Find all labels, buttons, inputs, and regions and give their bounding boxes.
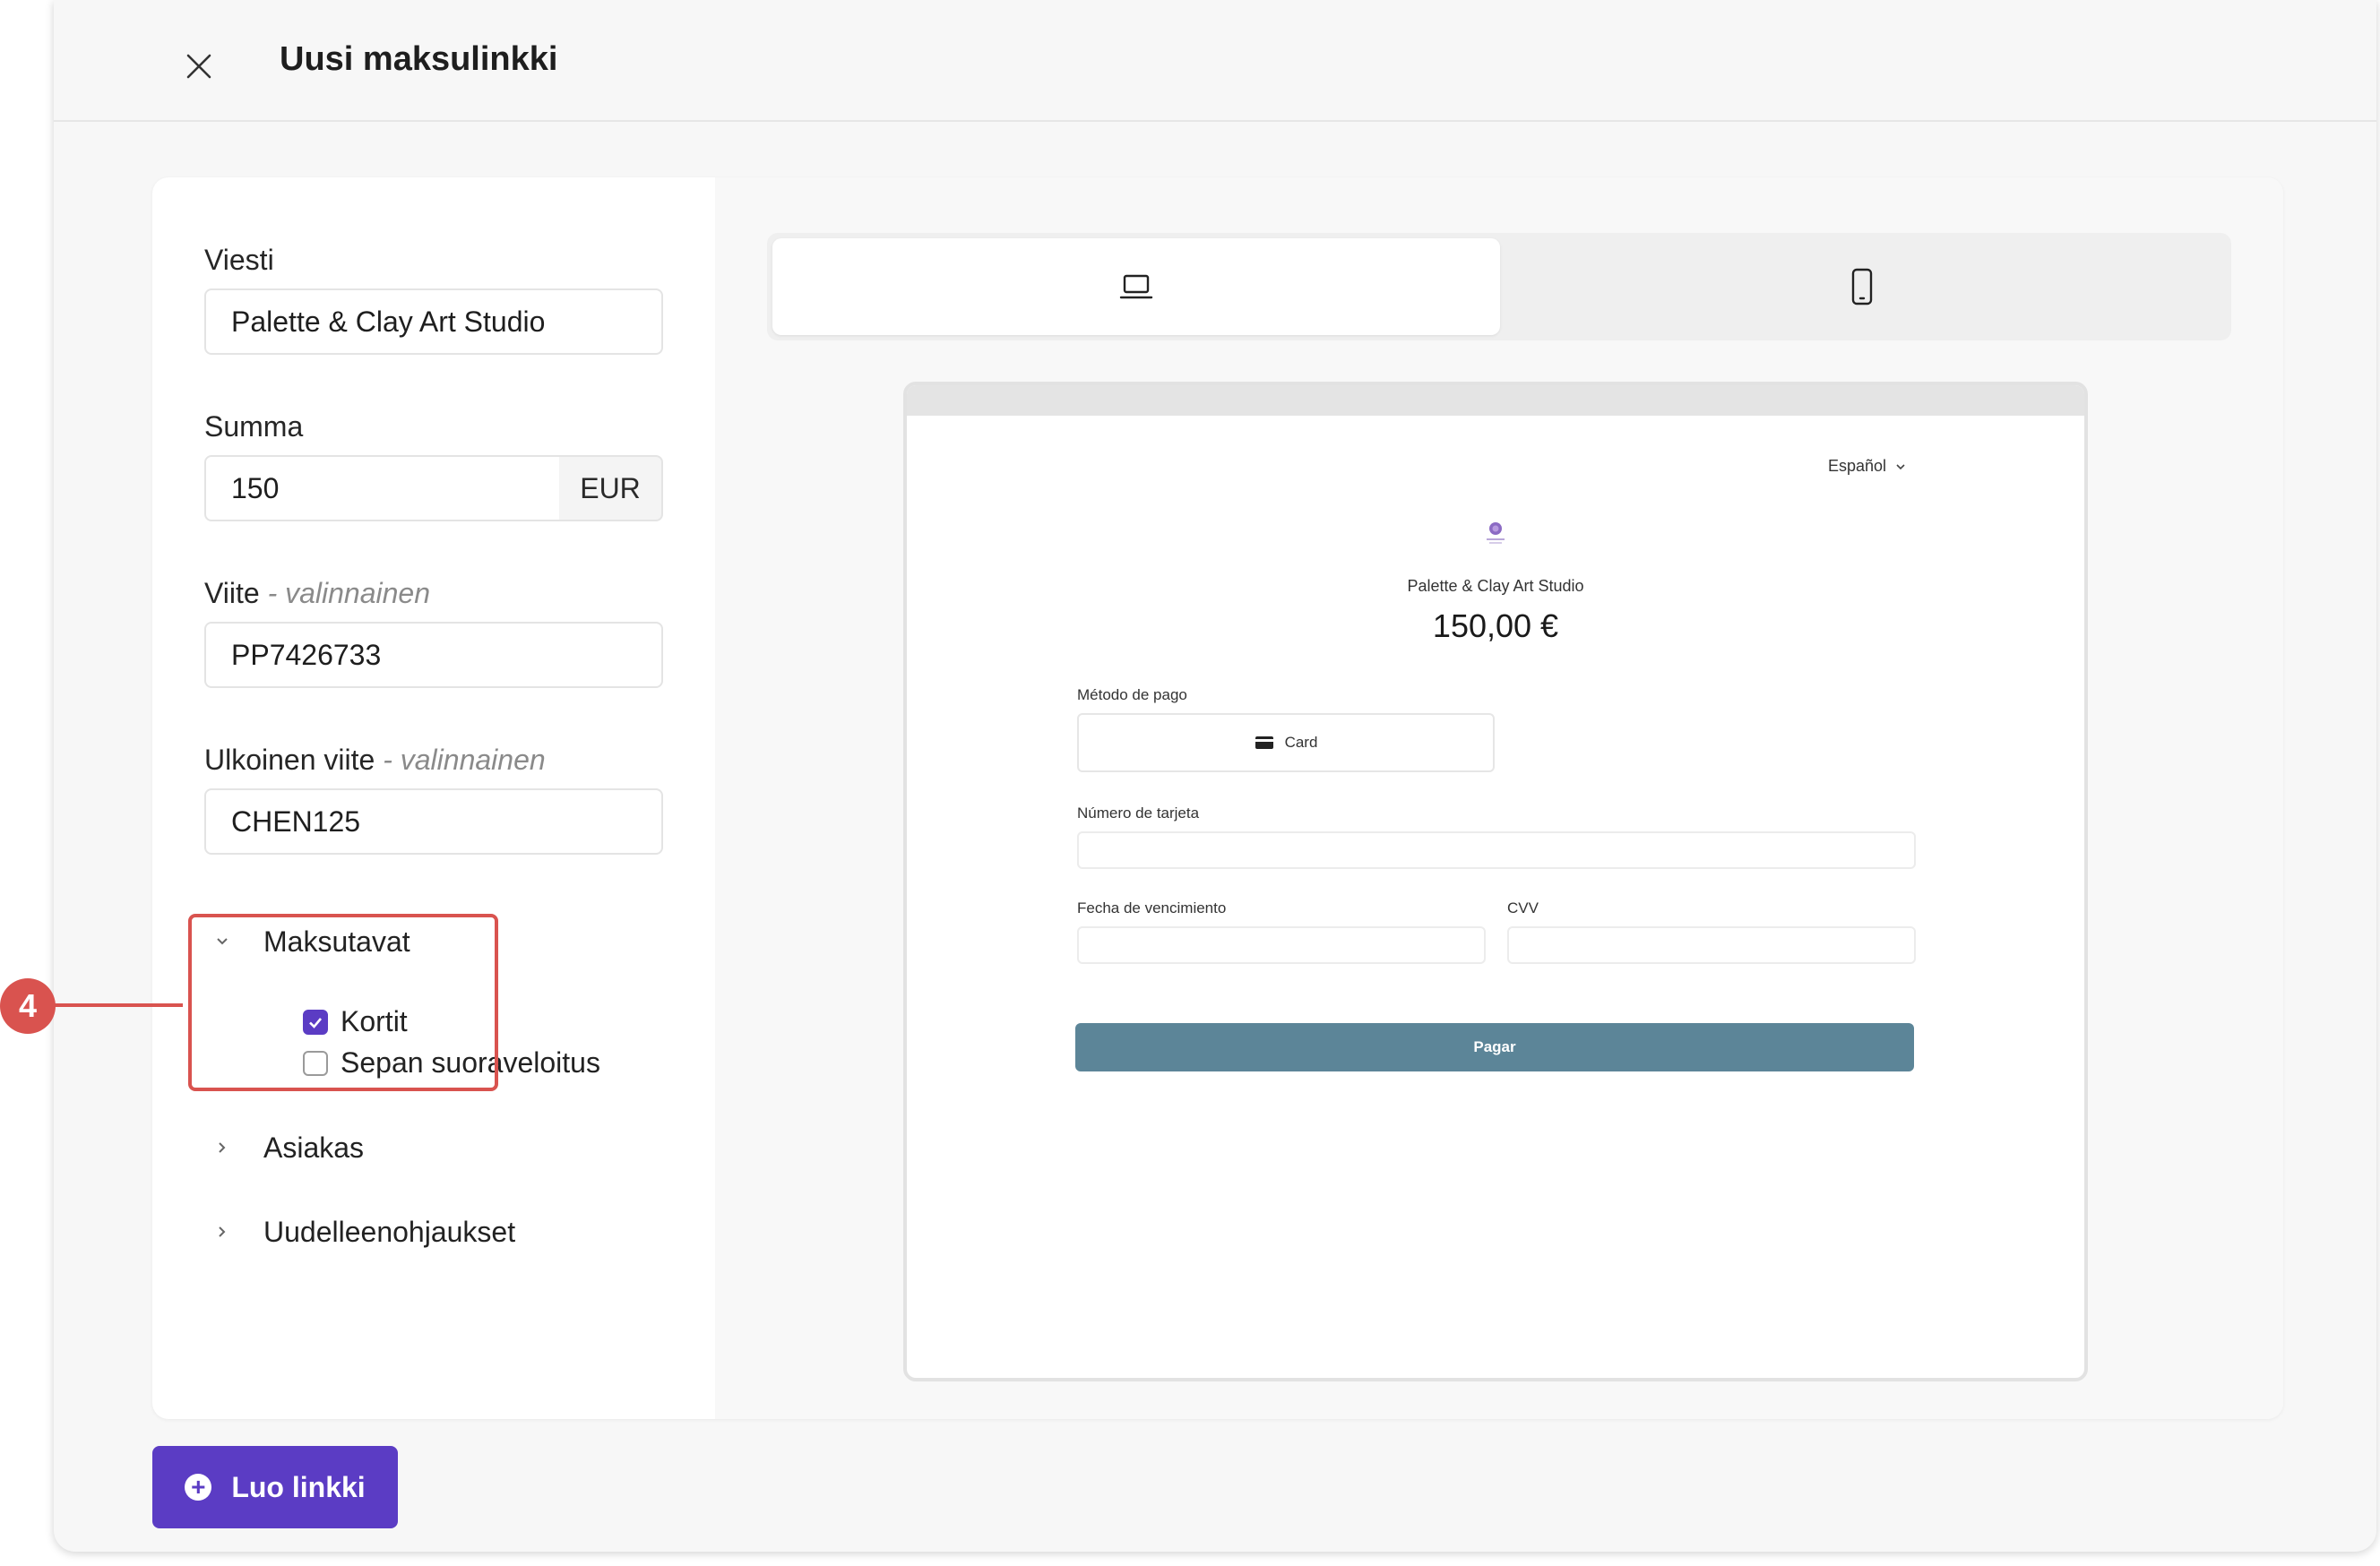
merchant-logo xyxy=(1482,518,1509,551)
reference-label: Viite - valinnainen xyxy=(204,575,430,611)
amount-input[interactable]: 150 xyxy=(204,455,561,521)
payment-methods-highlight xyxy=(188,914,498,1091)
message-input[interactable]: Palette & Clay Art Studio xyxy=(204,288,663,355)
redirects-label: Uudelleenohjaukset xyxy=(263,1215,516,1248)
external-reference-label: Ulkoinen viite - valinnainen xyxy=(204,742,546,778)
cvv-input[interactable] xyxy=(1507,926,1916,964)
card-number-label: Número de tarjeta xyxy=(1077,805,1200,822)
card-number-input[interactable] xyxy=(1077,831,1916,869)
external-reference-optional-hint: - valinnainen xyxy=(383,744,546,776)
payment-method-label: Método de pago xyxy=(1077,686,1187,703)
card-method-label: Card xyxy=(1284,734,1318,751)
create-link-button[interactable]: + Luo linkki xyxy=(152,1446,398,1528)
external-reference-label-text: Ulkoinen viite xyxy=(204,744,375,776)
chevron-right-icon xyxy=(204,1214,240,1250)
plus-circle-icon: + xyxy=(185,1474,212,1501)
callout-step-badge: 4 xyxy=(0,978,56,1034)
browser-bar xyxy=(907,385,2084,416)
form-pane: Viesti Palette & Clay Art Studio Summa 1… xyxy=(152,177,715,1419)
redirects-toggle[interactable]: Uudelleenohjaukset xyxy=(204,1209,515,1254)
currency-addon: EUR xyxy=(559,455,663,521)
language-selector[interactable]: Español xyxy=(1828,457,1908,476)
mobile-preview-tab[interactable] xyxy=(1498,238,2226,335)
close-button[interactable] xyxy=(170,38,228,95)
modal-window: Uusi maksulinkki Viesti Palette & Clay A… xyxy=(54,0,2376,1552)
payment-link-card: Viesti Palette & Clay Art Studio Summa 1… xyxy=(152,177,2283,1419)
customer-label: Asiakas xyxy=(263,1131,365,1164)
page-title: Uusi maksulinkki xyxy=(280,40,558,78)
pay-button[interactable]: Pagar xyxy=(1075,1023,1914,1071)
message-label: Viesti xyxy=(204,244,274,276)
external-reference-input[interactable]: CHEN125 xyxy=(204,788,663,855)
cvv-label: CVV xyxy=(1507,899,1539,916)
amount-label: Summa xyxy=(204,410,304,443)
desktop-preview-tab[interactable] xyxy=(772,238,1500,335)
device-toggle xyxy=(767,233,2231,340)
reference-input[interactable]: PP7426733 xyxy=(204,622,663,688)
expiry-input[interactable] xyxy=(1077,926,1486,964)
reference-optional-hint: - valinnainen xyxy=(267,577,431,609)
reference-label-text: Viite xyxy=(204,577,260,609)
price-display: 150,00 € xyxy=(1432,607,1559,644)
chevron-right-icon xyxy=(204,1130,240,1166)
mobile-phone-icon xyxy=(1851,268,1873,305)
modal-header: Uusi maksulinkki xyxy=(54,0,2376,122)
card-method-option[interactable]: Card xyxy=(1077,713,1495,772)
laptop-icon xyxy=(1119,274,1153,299)
preview-pane: Español Palette & Clay Art Studio 150,00… xyxy=(715,177,2283,1419)
chevron-down-icon xyxy=(1896,463,1905,469)
merchant-name: Palette & Clay Art Studio xyxy=(1407,577,1584,595)
expiry-label: Fecha de vencimiento xyxy=(1077,899,1227,916)
checkout-preview: Español Palette & Clay Art Studio 150,00… xyxy=(903,382,2088,1381)
close-icon xyxy=(186,54,211,79)
callout-connector xyxy=(54,1003,183,1007)
language-label: Español xyxy=(1828,457,1887,475)
create-link-label: Luo linkki xyxy=(231,1470,366,1503)
customer-toggle[interactable]: Asiakas xyxy=(204,1125,364,1170)
credit-card-icon xyxy=(1255,736,1273,749)
